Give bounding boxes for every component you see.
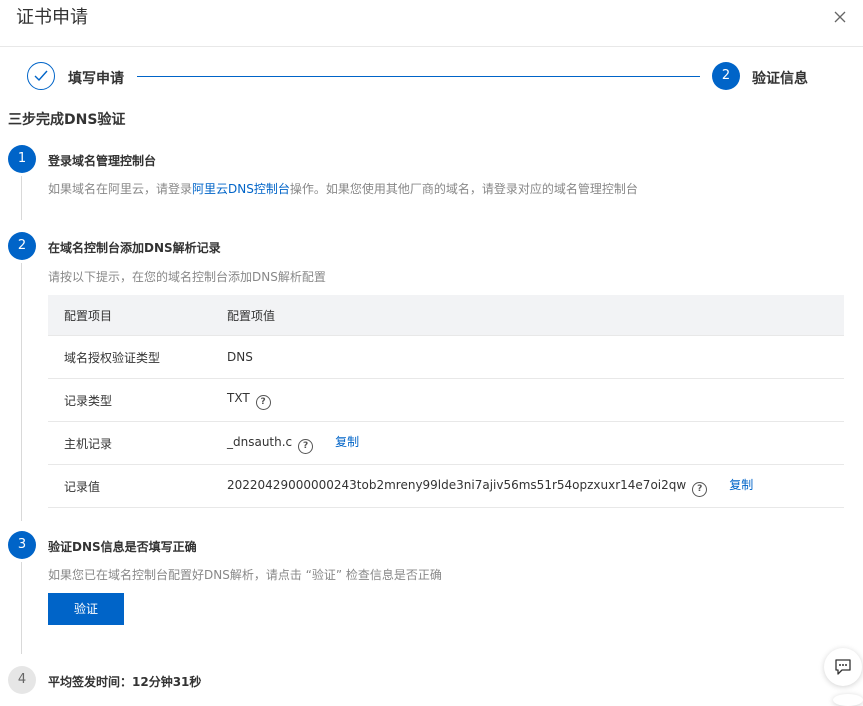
- step-number-1: 1: [8, 145, 36, 173]
- row-value: 20220429000000243tob2mreny99lde3ni7ajiv5…: [211, 464, 844, 508]
- auth-type-value: DNS: [227, 350, 253, 364]
- step1-desc-prefix: 如果域名在阿里云，请登录: [48, 182, 193, 196]
- step1-done-indicator: [27, 62, 55, 90]
- row-label: 主机记录: [48, 421, 211, 465]
- table-row: 主机记录 _dnsauth.c? 复制: [48, 421, 844, 465]
- dialog-header: 证书申请: [0, 0, 863, 47]
- column-header-value: 配置项值: [211, 295, 844, 336]
- close-icon: [834, 11, 846, 23]
- step4-title: 平均签发时间：12分钟31秒: [48, 675, 202, 689]
- help-icon[interactable]: ?: [692, 481, 708, 497]
- aliyun-dns-console-link[interactable]: 阿里云DNS控制台: [192, 182, 290, 196]
- row-value: TXT?: [211, 378, 844, 422]
- record-value-value: 20220429000000243tob2mreny99lde3ni7ajiv5…: [227, 477, 687, 492]
- step1-title: 登录域名管理控制台: [48, 154, 157, 168]
- step3-description: 如果您已在域名控制台配置好DNS解析，请点击 “验证” 检查信息是否正确: [48, 568, 442, 582]
- copy-host-record-link[interactable]: 复制: [335, 435, 359, 449]
- column-header-item: 配置项目: [48, 295, 211, 336]
- copy-record-value-link[interactable]: 复制: [729, 478, 753, 492]
- row-value: DNS: [211, 335, 844, 379]
- row-label: 记录类型: [48, 378, 211, 422]
- close-button[interactable]: [831, 8, 849, 26]
- chat-icon: [835, 659, 851, 675]
- timeline-line: [21, 176, 22, 220]
- timeline-line: [21, 562, 22, 654]
- chat-support-button[interactable]: [824, 648, 862, 686]
- help-icon[interactable]: ?: [298, 438, 314, 454]
- step2-indicator: 2: [712, 62, 740, 90]
- help-icon[interactable]: ?: [255, 394, 271, 410]
- table-row: 记录值 20220429000000243tob2mreny99lde3ni7a…: [48, 464, 844, 508]
- step-number-4: 4: [8, 666, 36, 694]
- step2-title: 在域名控制台添加DNS解析记录: [48, 241, 221, 255]
- step1-label: 填写申请: [68, 71, 124, 87]
- host-record-value: _dnsauth.c: [227, 434, 293, 449]
- row-value: _dnsauth.c? 复制: [211, 421, 844, 465]
- step2-label: 验证信息: [752, 71, 808, 87]
- timeline-line: [21, 263, 22, 521]
- step-number-2: 2: [8, 232, 36, 260]
- stepper: 填写申请 2 验证信息: [0, 60, 863, 96]
- section-title: 三步完成DNS验证: [8, 112, 126, 128]
- check-icon: [34, 70, 48, 82]
- dialog-title: 证书申请: [16, 7, 88, 28]
- step2-description: 请按以下提示，在您的域名控制台添加DNS解析配置: [48, 270, 326, 284]
- verify-button[interactable]: 验证: [48, 593, 124, 625]
- row-label: 域名授权验证类型: [48, 335, 211, 379]
- step-number-3: 3: [8, 531, 36, 559]
- row-label: 记录值: [48, 464, 211, 508]
- dns-config-table: 配置项目 配置项值 域名授权验证类型 DNS 记录类型 TXT? 主机记录 _d…: [48, 295, 844, 508]
- table-row: 记录类型 TXT?: [48, 378, 844, 422]
- stepper-connector: [137, 76, 700, 77]
- step3-title: 验证DNS信息是否填写正确: [48, 540, 197, 554]
- step1-description: 如果域名在阿里云，请登录阿里云DNS控制台操作。如果您使用其他厂商的域名，请登录…: [48, 180, 638, 197]
- floating-button-partial[interactable]: [833, 694, 863, 706]
- table-header-row: 配置项目 配置项值: [48, 295, 844, 336]
- table-row: 域名授权验证类型 DNS: [48, 335, 844, 379]
- record-type-value: TXT: [227, 390, 250, 405]
- step1-desc-suffix: 操作。如果您使用其他厂商的域名，请登录对应的域名管理控制台: [289, 182, 638, 196]
